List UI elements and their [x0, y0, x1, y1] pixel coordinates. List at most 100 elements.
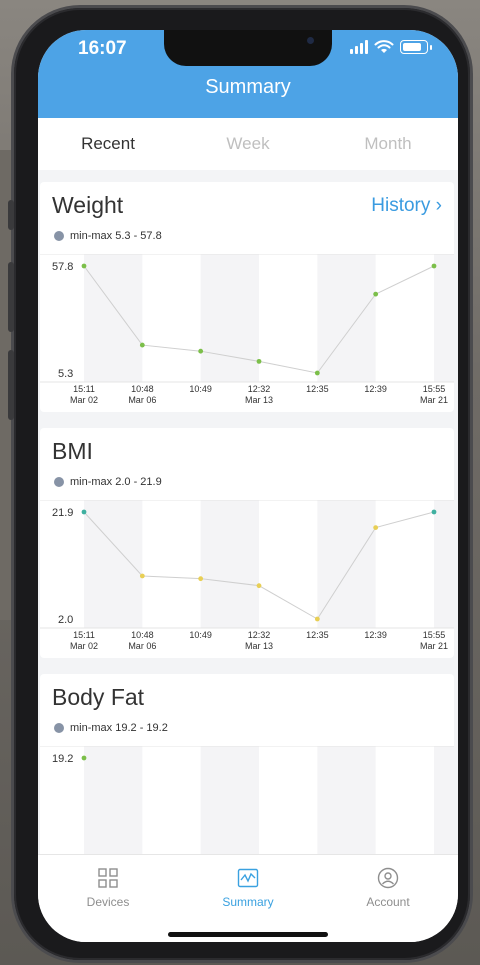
data-point [139, 573, 145, 579]
tab-week[interactable]: Week [178, 118, 318, 170]
x-tick-date: Mar 21 [420, 641, 448, 651]
legend-label: min-max 2.0 - 21.9 [70, 476, 162, 488]
devices-icon [98, 868, 118, 888]
chart-stripe [434, 746, 454, 854]
data-point [198, 576, 204, 582]
x-tick-time: 12:39 [364, 384, 387, 394]
x-tick-time: 12:35 [306, 384, 329, 394]
x-tick-date: Mar 21 [420, 395, 448, 405]
y-max-label: 19.2 [52, 753, 73, 765]
data-point [139, 342, 145, 348]
status-icons [350, 40, 432, 54]
tabbar-label: Summary [222, 895, 274, 909]
x-tick-time: 10:48 [131, 384, 154, 394]
x-tick-time: 10:49 [189, 630, 212, 640]
summary-icon [237, 868, 259, 888]
data-point [314, 370, 320, 376]
volume-up-button [8, 262, 14, 332]
x-tick-time: 12:32 [248, 630, 271, 640]
x-tick-time: 15:55 [423, 630, 446, 640]
tabbar-label: Devices [86, 895, 130, 909]
data-point [373, 525, 379, 530]
bodyfat-card: Body Fat min-max 19.2 - 19.2 19.2 [40, 674, 454, 854]
chart-stripe [317, 254, 376, 382]
card-title: Body Fat [52, 684, 145, 710]
bmi-card: BMI min-max 2.0 - 21.9 21.9 2.0 15:11 Mar 0… [40, 428, 454, 658]
y-min-label: 5.3 [58, 368, 73, 380]
app-screen: 16:07 Summary Recent Week Month Weight H… [38, 30, 458, 942]
data-point [256, 358, 262, 364]
chart-stripe [84, 254, 143, 382]
header-bar: 16:07 Summary [38, 30, 458, 118]
data-point [314, 616, 320, 622]
x-tick-date: Mar 02 [70, 395, 98, 405]
chart-stripe [317, 746, 376, 854]
page-title: Summary [205, 76, 291, 98]
data-point [256, 583, 262, 589]
x-tick-date: Mar 13 [245, 395, 273, 405]
legend-dot [54, 231, 64, 241]
x-tick-date: Mar 02 [70, 641, 98, 651]
x-tick-time: 12:32 [248, 384, 271, 394]
chart-stripe [200, 500, 259, 628]
tabbar-label: Account [366, 895, 410, 909]
x-tick-time: 15:55 [423, 384, 446, 394]
chevron-right-icon: › [435, 195, 442, 216]
card-title: BMI [52, 438, 93, 464]
chart-stripe [84, 746, 143, 854]
legend-dot [54, 723, 64, 733]
y-max-label: 57.8 [52, 261, 73, 273]
tabbar-devices[interactable]: Devices [38, 855, 178, 942]
chart-stripe [317, 500, 376, 628]
status-time: 16:07 [78, 38, 127, 59]
legend: min-max 2.0 - 21.9 [54, 476, 162, 488]
battery-icon [400, 40, 428, 54]
data-point [431, 263, 437, 269]
data-point [81, 509, 87, 515]
battery-cap [430, 45, 432, 50]
chart-stripe [434, 254, 454, 382]
x-tick-time: 15:11 [73, 384, 95, 394]
data-point [81, 755, 87, 761]
data-point [373, 291, 379, 297]
x-tick-time: 10:48 [131, 630, 154, 640]
x-tick-time: 12:39 [364, 630, 387, 640]
history-link[interactable]: History › [371, 195, 442, 217]
data-point [198, 348, 204, 354]
legend-label: min-max 5.3 - 57.8 [70, 230, 162, 242]
x-tick-time: 12:35 [306, 630, 329, 640]
chart-stripe [84, 500, 143, 628]
weight-chart: 57.85.315:11Mar 0210:48Mar 0610:49 12:32M… [40, 254, 454, 405]
bmi-chart: 21.92.015:11Mar 0210:48Mar 0610:49 12:32M… [40, 500, 454, 651]
weight-card: Weight History › min-max 5.3 - 57.8 57.8… [40, 182, 454, 412]
x-tick-date: Mar 06 [128, 395, 156, 405]
legend: min-max 5.3 - 57.8 [54, 230, 162, 242]
x-tick-date: Mar 06 [128, 641, 156, 651]
x-tick-time: 15:11 [73, 630, 95, 640]
chart-stripe [434, 500, 454, 628]
tab-recent[interactable]: Recent [38, 118, 178, 170]
y-min-label: 2.0 [58, 614, 73, 626]
silent-switch [8, 200, 14, 230]
wifi-icon [374, 40, 394, 53]
summary-content: Weight History › min-max 5.3 - 57.8 57.8… [38, 170, 458, 854]
tabbar-summary[interactable]: Summary [178, 855, 318, 942]
x-tick-time: 10:49 [189, 384, 212, 394]
chart-stripe [200, 254, 259, 382]
tabbar-account[interactable]: Account [318, 855, 458, 942]
history-label: History [371, 195, 431, 216]
y-max-label: 21.9 [52, 507, 73, 519]
tab-month[interactable]: Month [318, 118, 458, 170]
x-tick-date: Mar 13 [245, 641, 273, 651]
legend: min-max 19.2 - 19.2 [54, 722, 168, 734]
front-camera [307, 37, 314, 44]
legend-label: min-max 19.2 - 19.2 [70, 722, 168, 734]
home-indicator [168, 932, 328, 937]
account-icon [377, 867, 399, 889]
card-title: Weight [52, 192, 124, 218]
data-point [431, 509, 437, 515]
data-point [81, 263, 87, 269]
camera-notch [164, 30, 332, 66]
legend-dot [54, 477, 64, 487]
chart-stripe [200, 746, 259, 854]
